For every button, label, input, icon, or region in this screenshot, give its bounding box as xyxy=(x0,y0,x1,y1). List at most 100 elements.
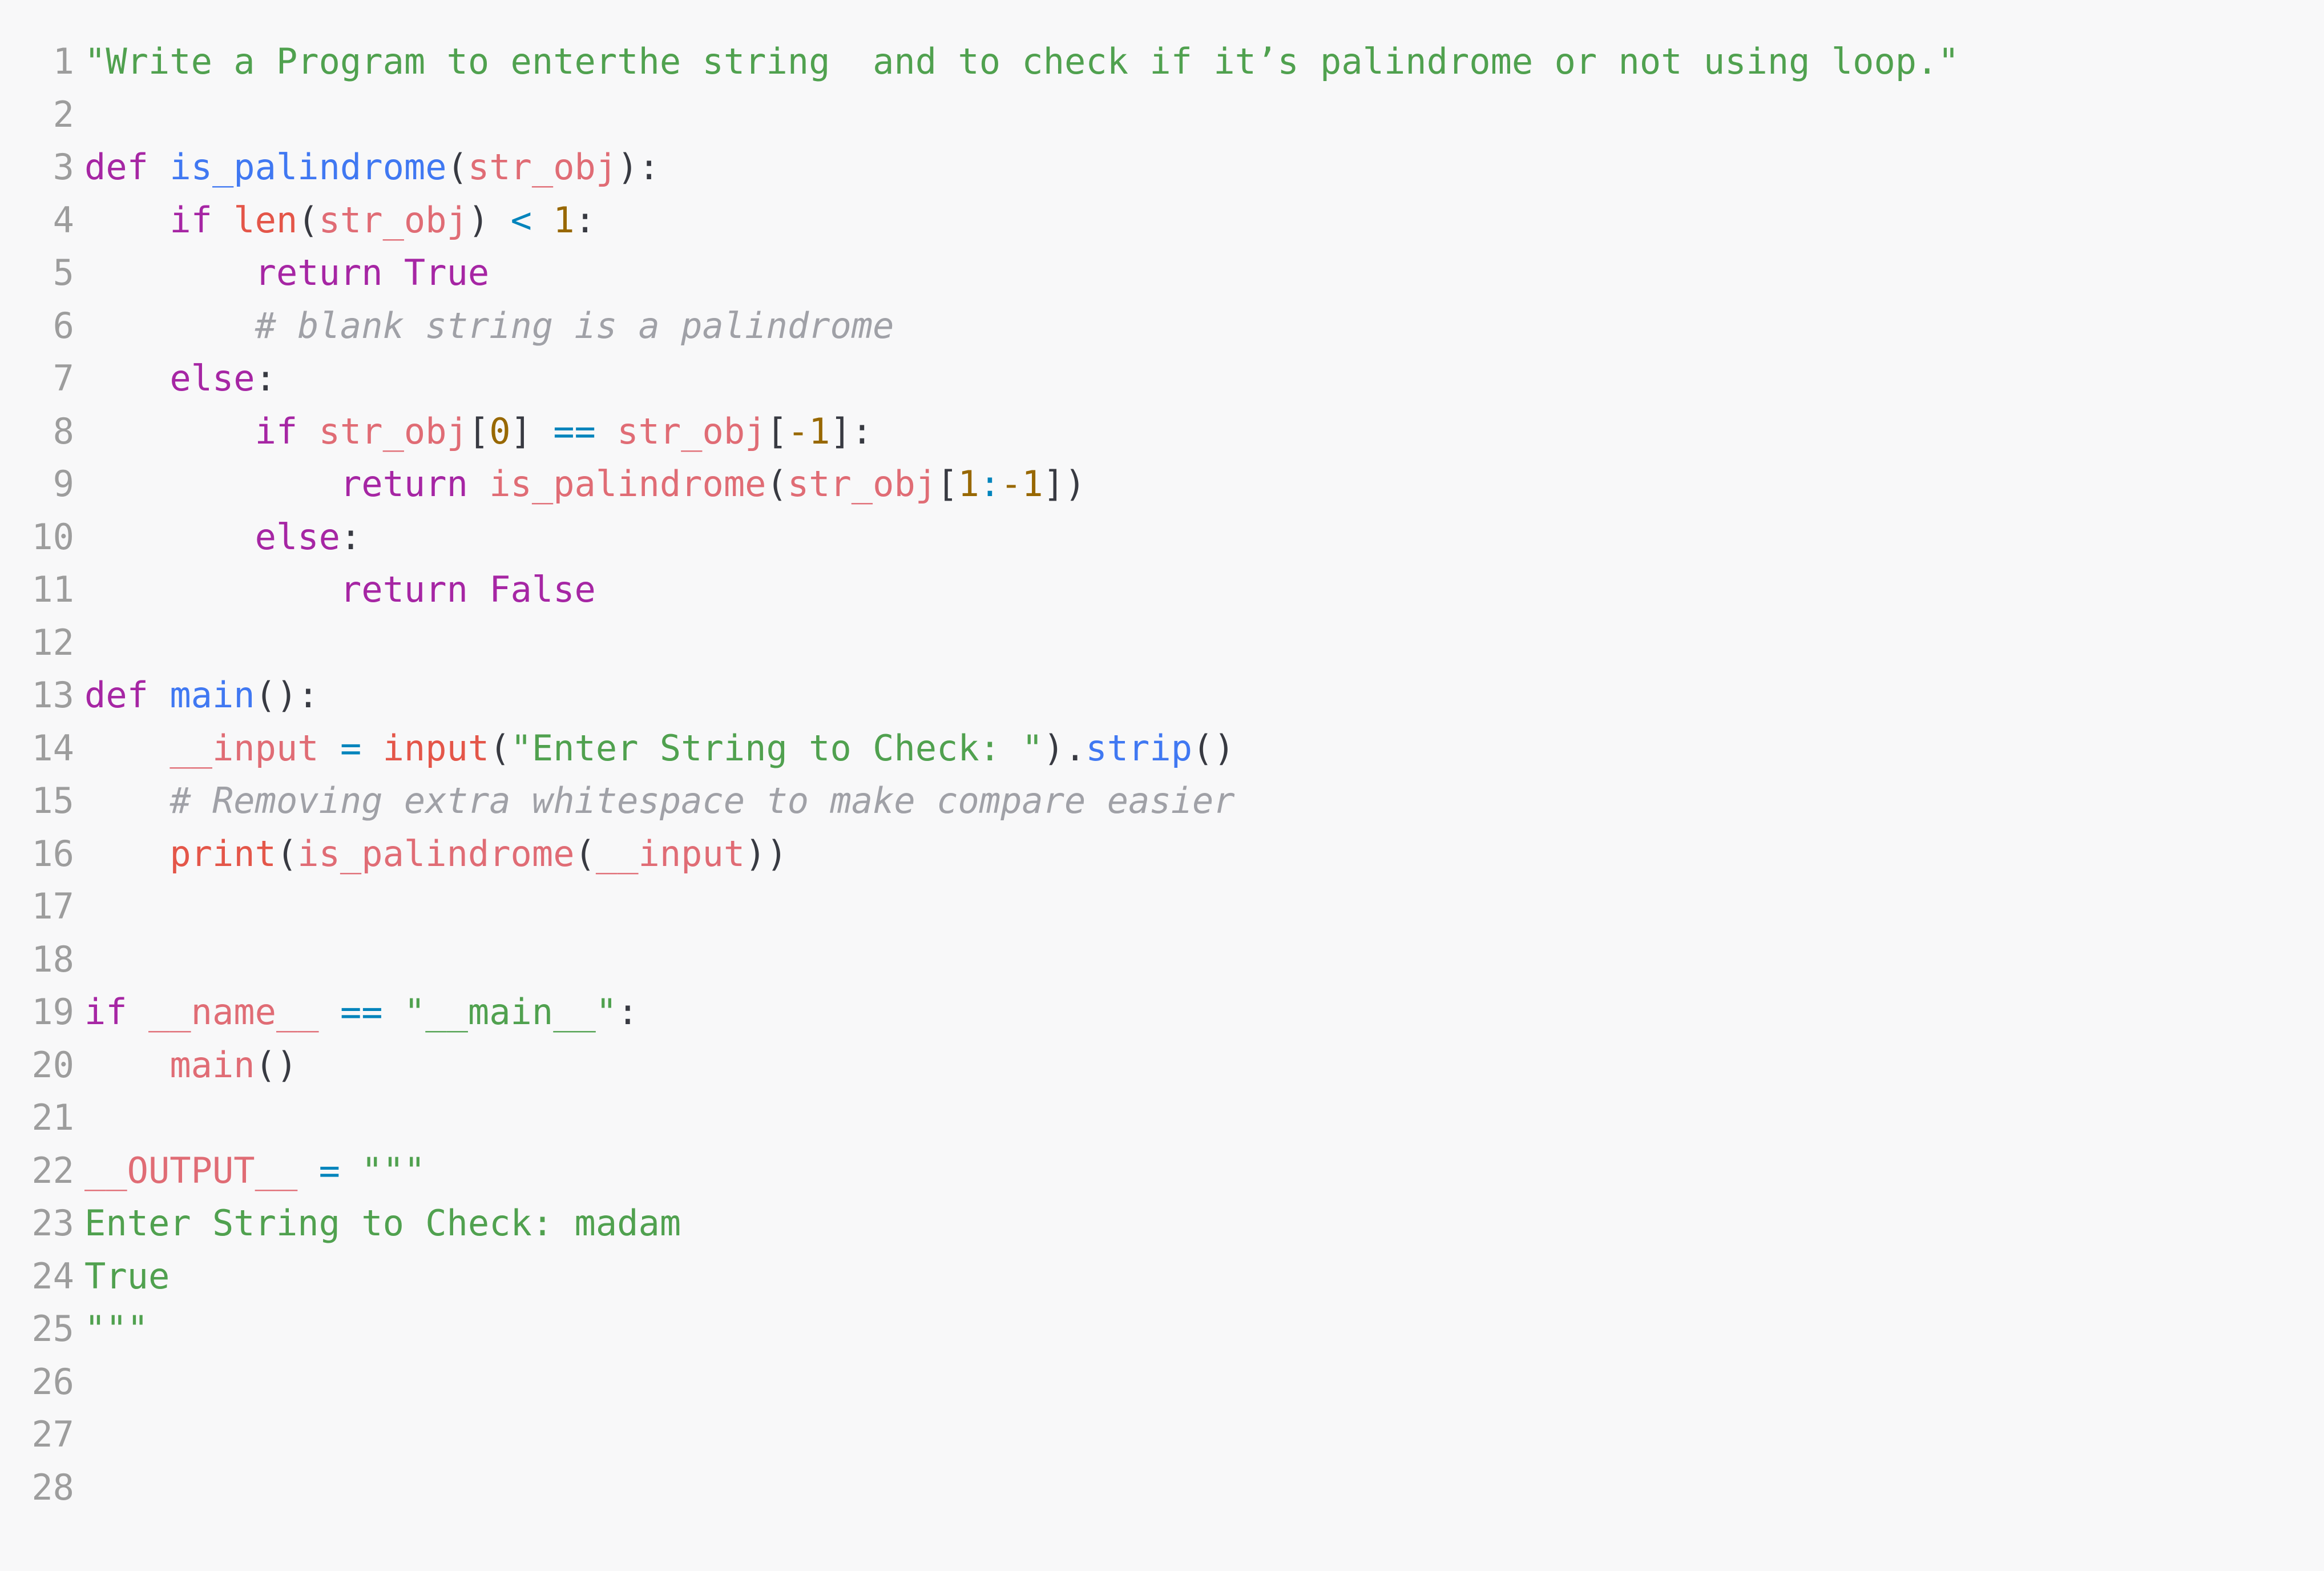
code-token: [ xyxy=(766,410,788,452)
code-line[interactable]: 16 print(is_palindrome(__input)) xyxy=(0,828,2324,881)
code-line[interactable]: 9 return is_palindrome(str_obj[1:-1]) xyxy=(0,458,2324,511)
code-token: : xyxy=(574,199,596,241)
code-line[interactable]: 17 xyxy=(0,880,2324,933)
line-number: 25 xyxy=(31,1308,74,1350)
code-token: 1 xyxy=(553,199,575,241)
line-number: 13 xyxy=(31,674,74,716)
code-token: : xyxy=(979,463,1001,505)
line-content[interactable]: __OUTPUT__ = """ xyxy=(84,1145,2324,1198)
line-content[interactable]: if __name__ == "__main__": xyxy=(84,986,2324,1039)
line-number: 28 xyxy=(31,1466,74,1508)
code-token: True xyxy=(84,1255,170,1297)
code-line[interactable]: 6 # blank string is a palindrome xyxy=(0,300,2324,353)
code-line[interactable]: 3 def is_palindrome(str_obj): xyxy=(0,141,2324,194)
line-number: 23 xyxy=(31,1202,74,1244)
line-content[interactable]: else: xyxy=(84,511,2324,564)
code-token: -1 xyxy=(1000,463,1043,505)
code-line[interactable]: 12 xyxy=(0,617,2324,670)
code-token: ) xyxy=(467,199,511,241)
code-line[interactable]: 2 xyxy=(0,88,2324,142)
code-line[interactable]: 28 xyxy=(0,1461,2324,1514)
code-token: str_obj xyxy=(787,463,937,505)
code-line[interactable]: 10 else: xyxy=(0,511,2324,564)
code-line[interactable]: 20 main() xyxy=(0,1039,2324,1092)
code-line[interactable]: 1 "Write a Program to enterthe string and… xyxy=(0,35,2324,88)
code-line[interactable]: 22 __OUTPUT__ = """ xyxy=(0,1145,2324,1198)
code-token: else xyxy=(255,515,340,558)
code-line[interactable]: 11 return False xyxy=(0,563,2324,617)
line-content[interactable]: print(is_palindrome(__input)) xyxy=(84,828,2324,881)
line-content[interactable]: __input = input("Enter String to Check: … xyxy=(84,722,2324,775)
code-line[interactable]: 8 if str_obj[0] == str_obj[-1]: xyxy=(0,405,2324,458)
line-number: 8 xyxy=(53,410,74,452)
code-token: ( xyxy=(297,199,319,241)
line-content[interactable]: main() xyxy=(84,1039,2324,1092)
line-number: 10 xyxy=(31,515,74,558)
line-content[interactable]: def is_palindrome(str_obj): xyxy=(84,141,2324,194)
line-content[interactable]: """ xyxy=(84,1303,2324,1356)
code-token: strip xyxy=(1086,727,1193,769)
code-line[interactable]: 5 return True xyxy=(0,247,2324,300)
code-lines-container: 1 "Write a Program to enterthe string and… xyxy=(0,35,2324,1514)
line-content[interactable]: return False xyxy=(84,563,2324,617)
line-number: 14 xyxy=(31,727,74,769)
code-token: ): xyxy=(617,146,660,188)
code-token: if xyxy=(255,410,298,452)
line-content[interactable]: def main(): xyxy=(84,669,2324,722)
code-token: return xyxy=(340,463,468,505)
code-token: is_palindrome xyxy=(297,832,575,875)
code-line[interactable]: 25 """ xyxy=(0,1303,2324,1356)
line-number: 15 xyxy=(31,780,74,821)
code-token: return True xyxy=(255,252,490,293)
code-token: 1 xyxy=(958,463,979,505)
line-content[interactable]: if len(str_obj) < 1: xyxy=(84,194,2324,247)
code-token: ( xyxy=(574,832,596,875)
code-line[interactable]: 7 else: xyxy=(0,352,2324,405)
code-token: () xyxy=(1192,727,1235,769)
code-token: () xyxy=(255,1044,298,1086)
line-content[interactable]: return is_palindrome(str_obj[1:-1]) xyxy=(84,458,2324,511)
line-content[interactable]: if str_obj[0] == str_obj[-1]: xyxy=(84,405,2324,458)
code-token: -1 xyxy=(787,410,830,452)
code-token: Enter String to Check: madam xyxy=(84,1202,681,1244)
line-content[interactable]: else: xyxy=(84,352,2324,405)
code-token: : xyxy=(340,515,362,558)
code-token: : xyxy=(617,991,639,1033)
code-token: ]) xyxy=(1043,463,1086,505)
line-content[interactable]: # blank string is a palindrome xyxy=(84,300,2324,353)
line-content[interactable]: return True xyxy=(84,247,2324,300)
code-line[interactable]: 15 # Removing extra whitespace to make c… xyxy=(0,775,2324,828)
code-token: print xyxy=(170,832,276,875)
code-token: "__main__" xyxy=(404,991,618,1033)
code-token: if xyxy=(170,199,212,241)
code-line[interactable]: 18 xyxy=(0,933,2324,986)
code-line[interactable]: 26 xyxy=(0,1356,2324,1409)
code-line[interactable]: 23 Enter String to Check: madam xyxy=(0,1197,2324,1250)
line-content[interactable]: True xyxy=(84,1250,2324,1303)
code-line[interactable]: 14 __input = input("Enter String to Chec… xyxy=(0,722,2324,775)
code-token: [ xyxy=(467,410,490,452)
code-viewer[interactable]: 1 "Write a Program to enterthe string and… xyxy=(0,0,2324,1571)
line-content[interactable]: Enter String to Check: madam xyxy=(84,1197,2324,1250)
code-line[interactable]: 4 if len(str_obj) < 1: xyxy=(0,194,2324,247)
line-number: 11 xyxy=(31,569,74,610)
line-content[interactable]: "Write a Program to enterthe string and … xyxy=(84,35,2324,88)
code-token: __OUTPUT__ xyxy=(84,1149,298,1191)
code-line[interactable]: 27 xyxy=(0,1408,2324,1461)
line-content[interactable]: # Removing extra whitespace to make comp… xyxy=(84,775,2324,828)
code-token: ). xyxy=(1043,727,1086,769)
code-line[interactable]: 21 xyxy=(0,1091,2324,1145)
code-line[interactable]: 19 if __name__ == "__main__": xyxy=(0,986,2324,1039)
code-line[interactable]: 24 True xyxy=(0,1250,2324,1303)
code-token: def xyxy=(84,674,148,716)
code-line[interactable]: 13 def main(): xyxy=(0,669,2324,722)
